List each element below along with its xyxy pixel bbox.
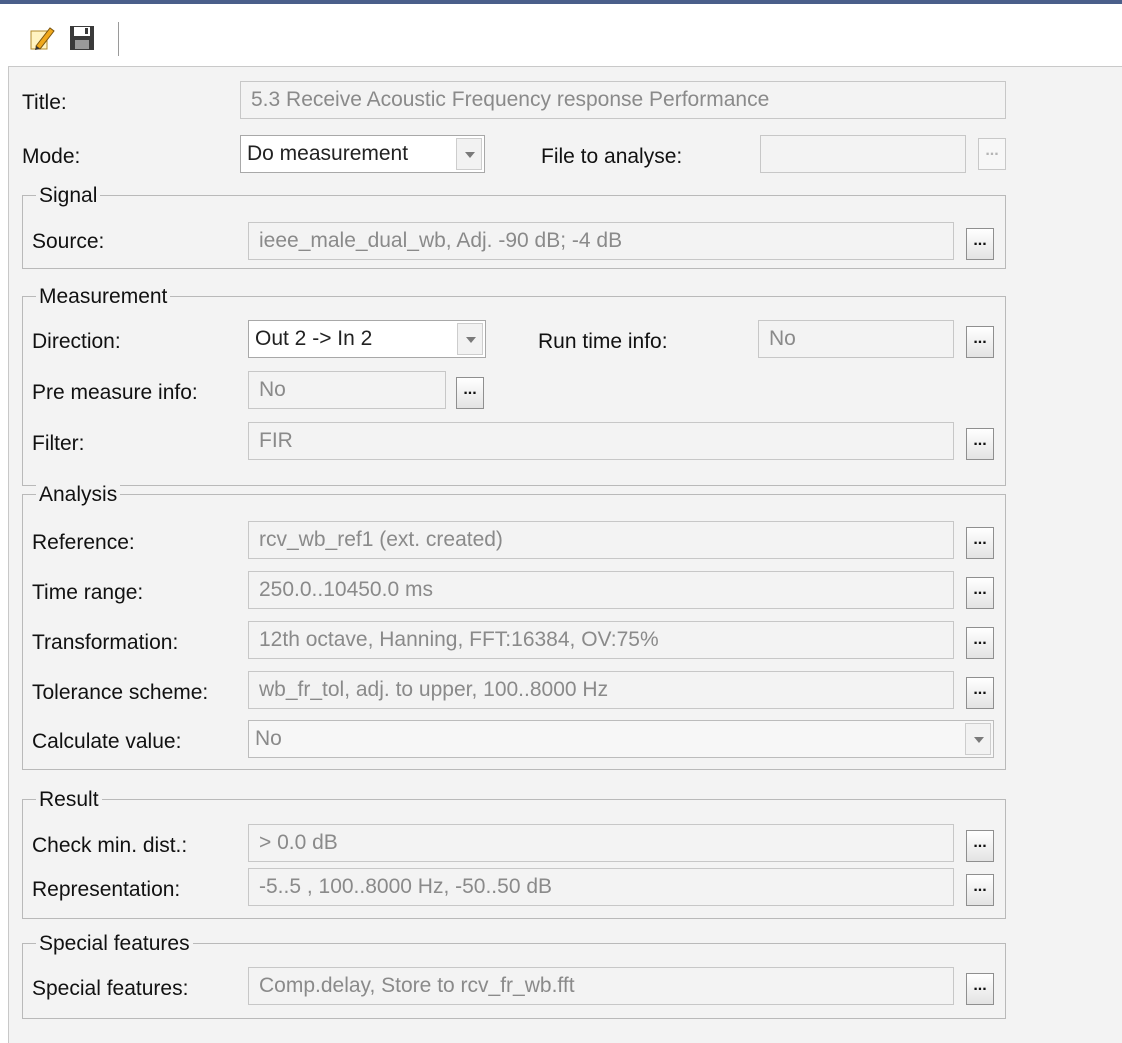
check-min-dist-field[interactable]: > 0.0 dB: [248, 824, 954, 862]
reference-button[interactable]: ...: [966, 527, 994, 559]
representation-label: Representation:: [32, 878, 181, 901]
representation-button[interactable]: ...: [966, 874, 994, 906]
filter-field[interactable]: FIR: [248, 422, 954, 460]
file-to-analyse-field[interactable]: [760, 135, 966, 173]
chevron-down-icon[interactable]: [965, 723, 991, 755]
tolerance-scheme-button[interactable]: ...: [966, 677, 994, 709]
direction-select-value: Out 2 -> In 2: [255, 327, 373, 350]
time-range-field[interactable]: 250.0..10450.0 ms: [248, 571, 954, 609]
title-label: Title:: [22, 91, 67, 114]
run-time-info-label: Run time info:: [538, 330, 668, 353]
pre-measure-info-field[interactable]: No: [248, 371, 446, 409]
special-features-field[interactable]: Comp.delay, Store to rcv_fr_wb.fft: [248, 967, 954, 1005]
calculate-value-select[interactable]: No: [248, 720, 994, 758]
toolbar-separator: [118, 22, 119, 56]
run-time-info-field[interactable]: No: [758, 320, 954, 358]
direction-label: Direction:: [32, 330, 121, 353]
panel-border: [8, 67, 9, 1043]
special-features-group-title: Special features: [36, 932, 193, 956]
special-features-button[interactable]: ...: [966, 973, 994, 1005]
signal-group-title: Signal: [36, 184, 101, 208]
calculate-value-label: Calculate value:: [32, 730, 182, 753]
source-field[interactable]: ieee_male_dual_wb, Adj. -90 dB; -4 dB: [248, 222, 954, 260]
filter-button[interactable]: ...: [966, 428, 994, 460]
transformation-button[interactable]: ...: [966, 627, 994, 659]
calculate-value-select-value: No: [255, 727, 282, 750]
reference-label: Reference:: [32, 531, 135, 554]
run-time-info-button[interactable]: ...: [966, 326, 994, 358]
mode-select-value: Do measurement: [247, 142, 409, 165]
direction-select[interactable]: Out 2 -> In 2: [248, 320, 486, 358]
transformation-field[interactable]: 12th octave, Hanning, FFT:16384, OV:75%: [248, 621, 954, 659]
file-to-analyse-label: File to analyse:: [541, 145, 683, 168]
check-min-dist-button[interactable]: ...: [966, 830, 994, 862]
reference-field[interactable]: rcv_wb_ref1 (ext. created): [248, 521, 954, 559]
analysis-group-title: Analysis: [36, 483, 121, 507]
chevron-down-icon[interactable]: [457, 323, 483, 355]
file-browse-button[interactable]: ...: [978, 138, 1006, 170]
pencil-note-icon[interactable]: [28, 24, 56, 52]
filter-label: Filter:: [32, 432, 85, 455]
pre-measure-info-button[interactable]: ...: [456, 377, 484, 409]
transformation-label: Transformation:: [32, 631, 179, 654]
title-field[interactable]: 5.3 Receive Acoustic Frequency response …: [240, 81, 1006, 119]
representation-field[interactable]: -5..5 , 100..8000 Hz, -50..50 dB: [248, 868, 954, 906]
chevron-down-icon[interactable]: [456, 138, 482, 170]
floppy-disk-icon[interactable]: [68, 24, 96, 52]
special-features-label: Special features:: [32, 977, 189, 1000]
measurement-group-title: Measurement: [36, 285, 171, 309]
check-min-dist-label: Check min. dist.:: [32, 834, 188, 857]
time-range-button[interactable]: ...: [966, 577, 994, 609]
pre-measure-info-label: Pre measure info:: [32, 381, 198, 404]
toolbar: [8, 4, 1122, 66]
mode-select[interactable]: Do measurement: [240, 135, 485, 173]
result-group-title: Result: [36, 788, 102, 812]
source-label: Source:: [32, 230, 105, 253]
tolerance-scheme-label: Tolerance scheme:: [32, 681, 209, 704]
tolerance-scheme-field[interactable]: wb_fr_tol, adj. to upper, 100..8000 Hz: [248, 671, 954, 709]
source-browse-button[interactable]: ...: [966, 228, 994, 260]
mode-label: Mode:: [22, 145, 81, 168]
time-range-label: Time range:: [32, 581, 144, 604]
